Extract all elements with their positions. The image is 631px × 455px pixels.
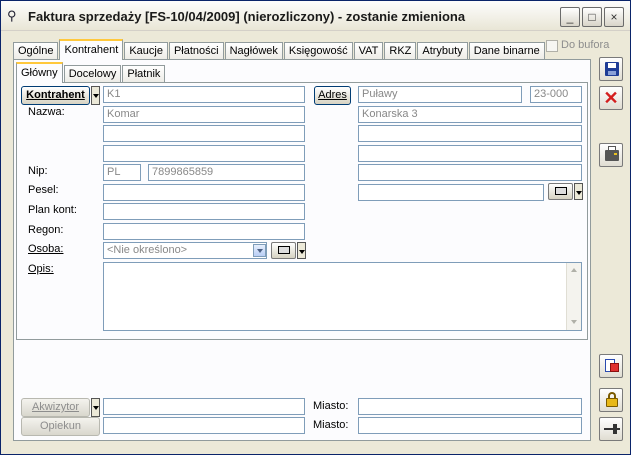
adres-field-2[interactable] — [358, 125, 582, 142]
invoice-window: ⚲ Faktura sprzedaży [FS-10/04/2009] (nie… — [0, 0, 631, 455]
tab-vat[interactable]: VAT — [353, 42, 384, 60]
miasto-label-2: Miasto: — [313, 419, 349, 431]
subtab-platnik[interactable]: Płatnik — [122, 65, 166, 83]
opis-label: Opis: — [28, 263, 54, 275]
kontrahent-button[interactable]: Kontrahent — [21, 86, 90, 105]
pin-button[interactable] — [599, 417, 623, 441]
tab-kaucje[interactable]: Kaucje — [124, 42, 168, 60]
nazwa-field-1[interactable]: Komar — [103, 106, 305, 123]
subtab-docelowy[interactable]: Docelowy — [63, 65, 122, 83]
tab-atrybuty[interactable]: Atrybuty — [417, 42, 468, 60]
card-dropdown[interactable] — [574, 183, 583, 200]
print-button[interactable] — [599, 143, 623, 167]
red-x-icon: ✕ — [603, 88, 619, 108]
miasto-field[interactable]: Puławy — [358, 86, 522, 103]
kontakt-field[interactable] — [358, 184, 544, 201]
tab-naglowek[interactable]: Nagłówek — [224, 42, 283, 60]
kod-pocztowy-field[interactable]: 23-000 — [530, 86, 582, 103]
do-bufora-label: Do bufora — [561, 39, 610, 51]
window-title: Faktura sprzedaży [FS-10/04/2009] (niero… — [28, 9, 466, 24]
miasto-label-1: Miasto: — [313, 400, 349, 412]
padlock-icon — [606, 392, 618, 407]
opiekun-field[interactable] — [103, 417, 305, 434]
nip-prefix-field[interactable]: PL — [103, 164, 141, 181]
cancel-button[interactable]: ✕ — [599, 86, 623, 110]
adres-field-3[interactable] — [358, 145, 582, 162]
opiekun-button[interactable]: Opiekun — [21, 417, 100, 436]
card-icon — [277, 246, 290, 255]
osoba-label: Osoba: — [28, 243, 64, 255]
kontrahent-code-field[interactable]: K1 — [103, 86, 305, 103]
chevron-down-icon — [257, 249, 263, 253]
card-icon — [554, 187, 567, 196]
plan-kont-label: Plan kont: — [28, 204, 77, 216]
documents-icon — [605, 359, 619, 372]
akwizytor-field[interactable] — [103, 398, 305, 415]
save-button[interactable] — [599, 57, 623, 81]
kontrahent-dropdown[interactable] — [91, 86, 100, 105]
ulica-field[interactable]: Konarska 3 — [358, 106, 582, 123]
kontrahent-button-label: Kontrahent — [26, 89, 85, 101]
osoba-card-button[interactable] — [271, 242, 296, 259]
minimize-button[interactable]: _ — [560, 7, 580, 27]
opis-scrollbar[interactable] — [566, 263, 581, 330]
scroll-down-icon — [571, 320, 577, 324]
documents-button[interactable] — [599, 354, 623, 378]
lock-button[interactable] — [599, 388, 623, 412]
tab-dane-binarne[interactable]: Dane binarne — [468, 42, 545, 60]
card-button[interactable] — [548, 183, 573, 200]
subtab-glowny[interactable]: Główny — [16, 62, 63, 83]
opiekun-miasto-field[interactable] — [358, 417, 582, 434]
floppy-disk-icon — [605, 62, 619, 76]
regon-field[interactable] — [103, 223, 305, 240]
close-button[interactable]: × — [604, 7, 624, 27]
nip-field[interactable]: 7899865859 — [148, 164, 305, 181]
pushpin-icon — [604, 424, 620, 434]
akwizytor-button[interactable]: Akwizytor — [21, 398, 90, 417]
osoba-card-dropdown[interactable] — [297, 242, 306, 259]
tab-ogolne[interactable]: Ogólne — [13, 42, 59, 60]
title-bar: ⚲ Faktura sprzedaży [FS-10/04/2009] (nie… — [1, 1, 630, 31]
akwizytor-dropdown[interactable] — [91, 398, 100, 417]
do-bufora-checkbox[interactable] — [546, 40, 558, 52]
pesel-label: Pesel: — [28, 184, 59, 196]
opis-textarea[interactable] — [103, 262, 582, 331]
osoba-select-arrow[interactable] — [253, 244, 266, 257]
akwizytor-miasto-field[interactable] — [358, 398, 582, 415]
tab-ksiegowosc[interactable]: Księgowość — [283, 42, 353, 60]
tab-rkz[interactable]: RKZ — [384, 42, 417, 60]
regon-label: Regon: — [28, 224, 64, 236]
akwizytor-button-label: Akwizytor — [31, 401, 80, 413]
app-icon: ⚲ — [7, 8, 17, 23]
nip-label: Nip: — [28, 165, 48, 177]
sub-tabs: Główny Docelowy Płatnik — [16, 62, 166, 83]
adres-button[interactable]: Adres — [314, 86, 351, 105]
pesel-field[interactable] — [103, 184, 305, 201]
adres-field-4[interactable] — [358, 164, 582, 181]
maximize-button[interactable]: □ — [582, 7, 602, 27]
tab-kontrahent[interactable]: Kontrahent — [59, 39, 124, 60]
scroll-up-icon — [571, 268, 577, 272]
osoba-select[interactable]: <Nie określono> — [103, 242, 267, 259]
plan-kont-field[interactable] — [103, 203, 305, 220]
printer-icon — [605, 146, 619, 161]
nazwa-field-2[interactable] — [103, 125, 305, 142]
tab-platnosci[interactable]: Płatności — [168, 42, 224, 60]
nazwa-label: Nazwa: — [28, 106, 65, 118]
main-tabs: Ogólne Kontrahent Kaucje Płatności Nagłó… — [13, 39, 546, 60]
nazwa-field-3[interactable] — [103, 145, 305, 162]
adres-button-label: Adres — [318, 89, 347, 101]
